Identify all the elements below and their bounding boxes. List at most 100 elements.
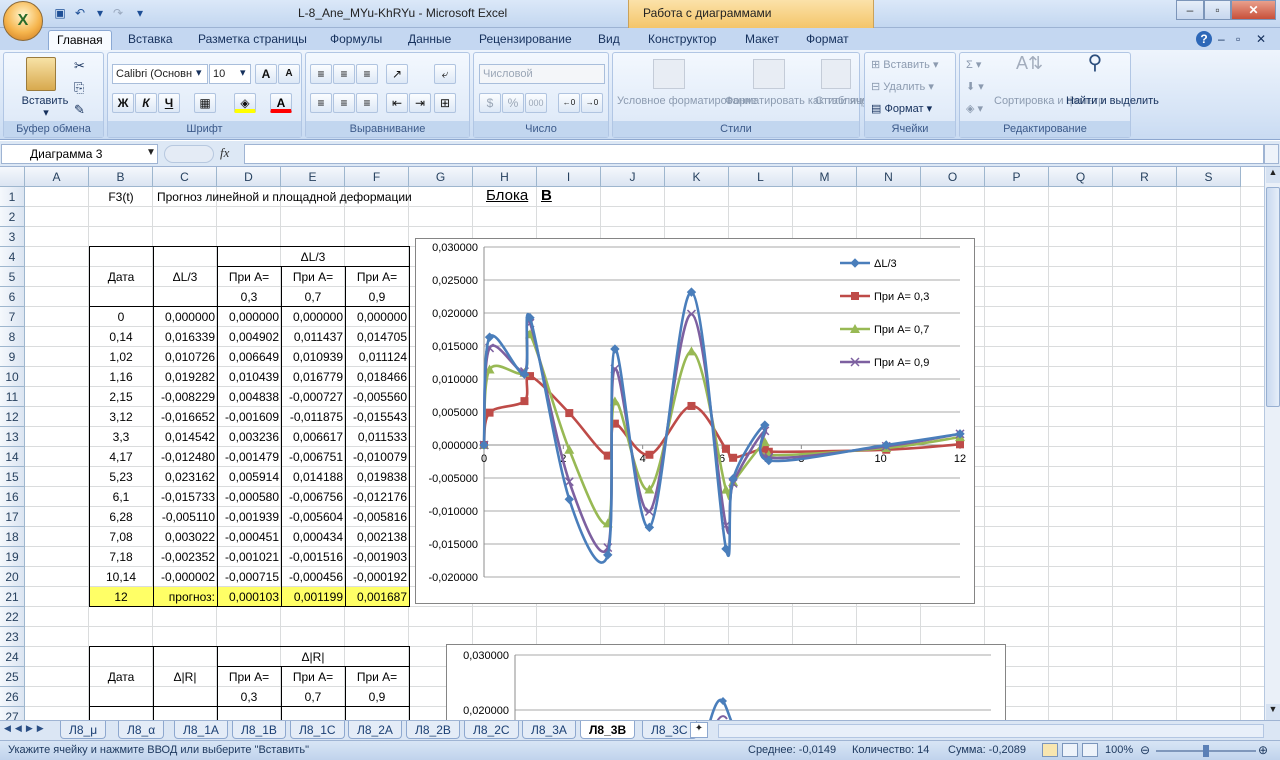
value-cell[interactable]: 0,019838 [345,467,409,487]
decrease-decimal-icon[interactable]: →0 [581,93,603,113]
value-cell[interactable]: -0,002352 [153,547,217,567]
value-cell[interactable]: 0,003236 [217,427,281,447]
column-header[interactable]: I [537,167,601,187]
value-cell[interactable]: -0,000715 [217,567,281,587]
header-a-0-9[interactable]: 0,9 [345,687,409,707]
value-cell[interactable]: 0,019282 [153,367,217,387]
tab-review[interactable]: Рецензирование [471,30,580,50]
header-pri-a[interactable]: При А= [345,667,409,687]
header-a-0-7[interactable]: 0,7 [281,287,345,307]
forecast-value-cell[interactable]: 0,001687 [345,587,409,607]
sheet-tab[interactable]: Л8_1С [290,721,345,739]
row-header[interactable]: 6 [0,287,25,307]
office-button[interactable]: X [3,1,43,41]
align-middle-icon[interactable]: ≡ [333,64,355,84]
value-cell[interactable]: 0,004902 [217,327,281,347]
date-cell[interactable]: 2,15 [89,387,153,407]
column-header[interactable]: J [601,167,665,187]
value-cell[interactable]: 0,014188 [281,467,345,487]
save-icon[interactable]: ▣ [52,5,68,21]
row-header[interactable]: 19 [0,547,25,567]
value-cell[interactable]: 0,006649 [217,347,281,367]
value-cell[interactable]: -0,008229 [153,387,217,407]
undo-dropdown-icon[interactable]: ▾ [92,5,108,21]
select-all-corner[interactable] [0,167,25,187]
sheet-tab[interactable]: Л8_3А [522,721,576,739]
row-header[interactable]: 11 [0,387,25,407]
italic-button[interactable]: К [135,93,157,113]
chart-deformation-forecast[interactable]: 0,030000 0,025000 0,020000 0,015000 0,010000… [415,238,975,604]
tab-page-layout[interactable]: Разметка страницы [190,30,315,50]
sheet-tab[interactable]: Л8_3В [580,721,636,739]
cell-styles-button[interactable]: Стили ячеек [815,95,878,108]
format-painter-icon[interactable]: ✎ [74,103,85,116]
date-cell[interactable]: 7,08 [89,527,153,547]
value-cell[interactable]: 0,005914 [217,467,281,487]
tab-chart-layout[interactable]: Макет [737,30,787,50]
row-header[interactable]: 7 [0,307,25,327]
align-center-icon[interactable]: ≡ [333,93,355,113]
value-cell[interactable]: 0,014705 [345,327,409,347]
close-button[interactable]: ✕ [1231,0,1276,20]
value-cell[interactable]: 0,016339 [153,327,217,347]
value-cell[interactable]: 0,004838 [217,387,281,407]
worksheet-grid[interactable]: A B C D E F G H I J K L M N O P Q R S 1 2 3 4 5 6 7 8 9 10 11 12 13 14 15… [0,167,1264,720]
column-header[interactable]: C [153,167,217,187]
chart-radius-forecast[interactable]: 0,030000 0,020000 [446,644,1006,720]
sheet-nav-icon[interactable]: ◀◀▶▶ [4,723,48,734]
paste-dropdown-icon[interactable]: ▾ [16,107,76,120]
minimize-button[interactable]: – [1176,0,1204,20]
value-cell[interactable]: -0,016652 [153,407,217,427]
increase-indent-icon[interactable]: ⇥ [409,93,431,113]
copy-icon[interactable]: ⎘ [74,81,84,94]
value-cell[interactable]: -0,010079 [345,447,409,467]
forecast-value-cell[interactable]: 0,000103 [217,587,281,607]
tab-view[interactable]: Вид [590,30,628,50]
insert-cells-button[interactable]: ⊞ Вставить ▾ [871,59,939,72]
merge-center-icon[interactable]: ⊞ [434,93,456,113]
row-header[interactable]: 27 [0,707,25,720]
column-header[interactable]: P [985,167,1049,187]
row-header[interactable]: 14 [0,447,25,467]
value-cell[interactable]: 0,002138 [345,527,409,547]
column-header[interactable]: A [25,167,89,187]
date-cell[interactable]: 6,28 [89,507,153,527]
scroll-down-icon[interactable]: ▼ [1266,704,1280,720]
sheet-tab[interactable]: Л8_μ [60,721,107,739]
ribbon-restore-icon[interactable]: ▫ [1236,30,1240,50]
column-header[interactable]: N [857,167,921,187]
zoom-in-icon[interactable]: ⊕ [1258,743,1268,757]
value-cell[interactable]: -0,000002 [153,567,217,587]
value-cell[interactable]: 0,023162 [153,467,217,487]
page-layout-view-icon[interactable] [1062,743,1078,757]
vertical-scrollbar[interactable]: ▲ ▼ [1264,167,1280,720]
sheet-tab[interactable]: Л8_2С [464,721,519,739]
row-header[interactable]: 24 [0,647,25,667]
date-cell[interactable]: 10,14 [89,567,153,587]
find-select-button[interactable]: Найти и выделить [1066,95,1159,108]
paste-icon[interactable] [26,57,56,91]
value-cell[interactable]: -0,000727 [281,387,345,407]
sheet-tab[interactable]: Л8_1В [232,721,286,739]
column-header[interactable]: L [729,167,793,187]
ribbon-minimize-icon[interactable]: – [1218,30,1225,50]
sort-filter-button[interactable]: Сортировка и фильтр [994,95,1104,108]
row-header[interactable]: 8 [0,327,25,347]
font-name-select[interactable]: Calibri (Основн [112,64,208,84]
row-header[interactable]: 12 [0,407,25,427]
row-header[interactable]: 21 [0,587,25,607]
date-cell[interactable]: 7,18 [89,547,153,567]
decrease-indent-icon[interactable]: ⇤ [386,93,408,113]
value-cell[interactable]: -0,000580 [217,487,281,507]
tab-formulas[interactable]: Формулы [322,30,390,50]
sheet-label-f3t[interactable]: F3(t) [89,187,153,207]
redo-icon[interactable]: ↷ [110,5,126,21]
value-cell[interactable]: -0,001516 [281,547,345,567]
customize-quick-access-icon[interactable]: ▾ [132,5,148,21]
undo-icon[interactable]: ↶ [72,5,88,21]
value-cell[interactable]: -0,001609 [217,407,281,427]
value-cell[interactable]: 0,010939 [281,347,345,367]
date-cell[interactable]: 4,17 [89,447,153,467]
row-header[interactable]: 10 [0,367,25,387]
value-cell[interactable]: 0,000000 [153,307,217,327]
